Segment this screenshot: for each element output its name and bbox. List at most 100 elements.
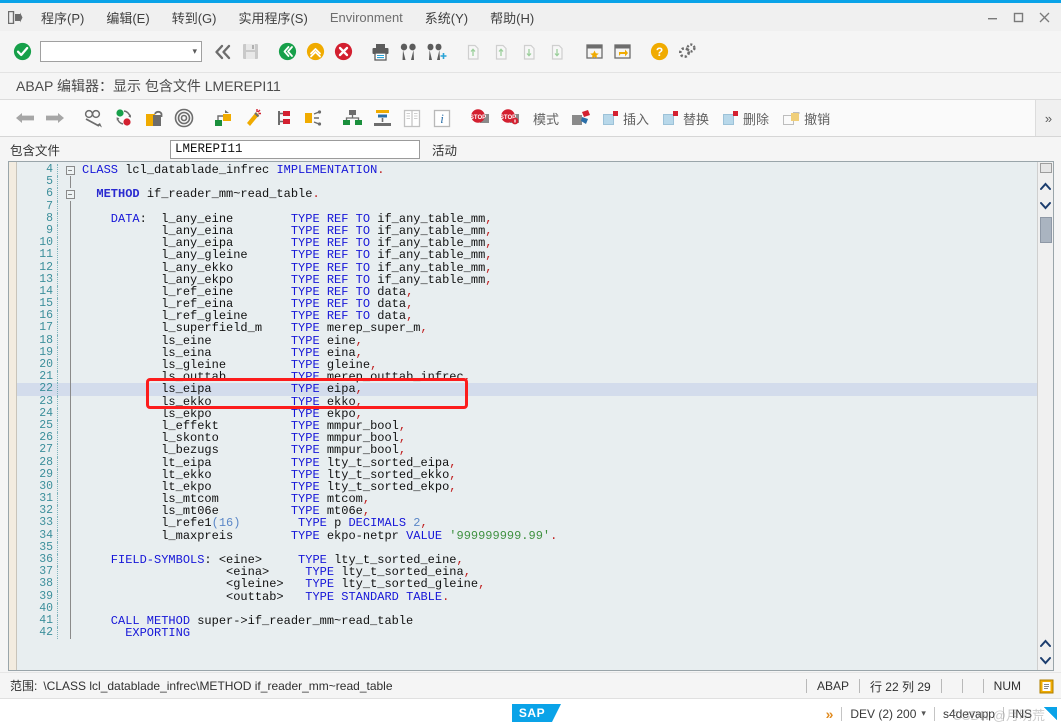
print-icon[interactable]: [366, 37, 394, 67]
fold-column[interactable]: [62, 212, 78, 225]
scroll-box-top[interactable]: [1040, 163, 1052, 173]
help-icon[interactable]: ?: [645, 37, 673, 67]
chevron-down-icon[interactable]: ▾: [921, 708, 926, 719]
fold-column[interactable]: [62, 359, 78, 372]
menu-environment[interactable]: Environment: [319, 6, 414, 29]
fold-column[interactable]: [62, 298, 78, 311]
scroll-page-up-button[interactable]: [1038, 635, 1053, 651]
fold-column[interactable]: [62, 176, 78, 189]
split-screen-icon[interactable]: [298, 103, 328, 133]
back-arrow-icon[interactable]: [10, 103, 40, 133]
fold-column[interactable]: [62, 493, 78, 506]
menu-utilities[interactable]: 实用程序(S): [227, 4, 318, 31]
fold-column[interactable]: [62, 334, 78, 347]
code-text[interactable]: CLASS lcl_datablade_infrec IMPLEMENTATIO…: [78, 164, 1053, 176]
code-line[interactable]: 4− CLASS lcl_datablade_infrec IMPLEMENTAT…: [17, 163, 1053, 177]
breakpoint-session-icon[interactable]: STOP: [496, 103, 526, 133]
customize-local-layout-icon[interactable]: [673, 37, 701, 67]
toolbar-overflow-button[interactable]: »: [1035, 100, 1061, 136]
fold-column[interactable]: [62, 395, 78, 408]
footer-overflow-icon[interactable]: »: [818, 706, 842, 722]
fold-column[interactable]: −: [62, 164, 78, 176]
fold-column[interactable]: −: [62, 188, 78, 200]
fold-column[interactable]: [62, 346, 78, 359]
find-icon[interactable]: [394, 37, 422, 67]
fold-column[interactable]: [62, 310, 78, 323]
code-text[interactable]: CALL METHOD super->if_reader_mm~read_tab…: [78, 615, 1053, 627]
fold-collapse-icon[interactable]: −: [65, 165, 75, 175]
navigation-stack-icon[interactable]: [268, 103, 298, 133]
new-window-icon[interactable]: [608, 37, 636, 67]
scroll-up-button[interactable]: [1038, 178, 1053, 194]
object-list-icon[interactable]: [337, 103, 367, 133]
exit-up-icon[interactable]: [301, 37, 329, 67]
info-icon[interactable]: i: [427, 103, 457, 133]
fold-column[interactable]: [62, 590, 78, 603]
replace-button[interactable]: 替换: [656, 103, 716, 133]
fold-column[interactable]: [62, 614, 78, 628]
fold-column[interactable]: [62, 200, 78, 213]
outline-icon[interactable]: [367, 103, 397, 133]
fold-column[interactable]: [62, 602, 78, 615]
activate-icon[interactable]: [139, 103, 169, 133]
scroll-page-down-button[interactable]: [1038, 652, 1053, 668]
command-field[interactable]: ▾: [40, 41, 202, 62]
close-button[interactable]: [1031, 4, 1057, 30]
fold-column[interactable]: [62, 444, 78, 457]
back-green-icon[interactable]: [273, 37, 301, 67]
scroll-thumb[interactable]: [1040, 217, 1052, 243]
check-green-icon[interactable]: [8, 37, 36, 67]
fold-column[interactable]: [62, 529, 78, 542]
fold-column[interactable]: [62, 566, 78, 579]
resize-grip[interactable]: [1044, 707, 1057, 720]
find-next-icon[interactable]: [422, 37, 450, 67]
fold-column[interactable]: [62, 517, 78, 530]
display-change-icon[interactable]: [79, 103, 109, 133]
fold-column[interactable]: [62, 627, 78, 640]
pretty-printer-icon[interactable]: [238, 103, 268, 133]
fold-column[interactable]: [62, 480, 78, 494]
menu-program[interactable]: 程序(P): [30, 4, 95, 31]
cancel-red-icon[interactable]: [329, 37, 357, 67]
fold-column[interactable]: [62, 554, 78, 567]
fold-column[interactable]: [62, 285, 78, 299]
system-indicator[interactable]: DEV (2) 200 ▾: [841, 706, 934, 721]
code-editor[interactable]: 4− CLASS lcl_datablade_infrec IMPLEMENTAT…: [8, 161, 1054, 671]
minimize-button[interactable]: [979, 4, 1005, 30]
where-used-icon[interactable]: [208, 103, 238, 133]
pattern-icon[interactable]: [169, 103, 199, 133]
fold-column[interactable]: [62, 383, 78, 396]
code-viewport[interactable]: 4− CLASS lcl_datablade_infrec IMPLEMENTAT…: [17, 162, 1053, 670]
menu-system[interactable]: 系统(Y): [414, 4, 479, 31]
fold-column[interactable]: [62, 419, 78, 433]
services-icon[interactable]: [566, 103, 596, 133]
fold-column[interactable]: [62, 578, 78, 591]
code-line[interactable]: 42 EXPORTING: [17, 626, 1053, 640]
code-text[interactable]: EXPORTING: [78, 627, 1053, 639]
fold-column[interactable]: [62, 541, 78, 554]
fold-column[interactable]: [62, 237, 78, 250]
fold-column[interactable]: [62, 249, 78, 262]
code-line[interactable]: 6 − METHOD if_reader_mm~read_table.: [17, 188, 1053, 201]
fold-collapse-icon[interactable]: −: [65, 189, 75, 199]
fold-column[interactable]: [62, 273, 78, 286]
delete-button[interactable]: 删除: [716, 103, 776, 133]
fold-column[interactable]: [62, 322, 78, 335]
insert-mode-indicator[interactable]: INS: [1002, 706, 1040, 721]
maximize-button[interactable]: [1005, 4, 1031, 30]
create-shortcut-icon[interactable]: [580, 37, 608, 67]
code-text[interactable]: METHOD if_reader_mm~read_table.: [78, 188, 1053, 200]
command-input[interactable]: [41, 43, 177, 60]
fold-column[interactable]: [62, 261, 78, 274]
include-name-input[interactable]: [170, 139, 420, 159]
undo-button[interactable]: 撤销: [776, 103, 837, 133]
menu-edit[interactable]: 编辑(E): [95, 4, 160, 31]
code-text[interactable]: <outtab> TYPE STANDARD TABLE.: [78, 590, 1053, 603]
insert-button[interactable]: 插入: [596, 103, 656, 133]
code-text[interactable]: l_maxpreis TYPE ekpo-netpr VALUE '999999…: [78, 530, 1053, 542]
chevron-down-icon[interactable]: ▾: [192, 46, 197, 57]
code-lines[interactable]: 4− CLASS lcl_datablade_infrec IMPLEMENTAT…: [17, 162, 1053, 640]
exit-door-icon[interactable]: [0, 3, 30, 31]
menu-help[interactable]: 帮助(H): [479, 4, 545, 31]
menu-goto[interactable]: 转到(G): [161, 4, 228, 31]
